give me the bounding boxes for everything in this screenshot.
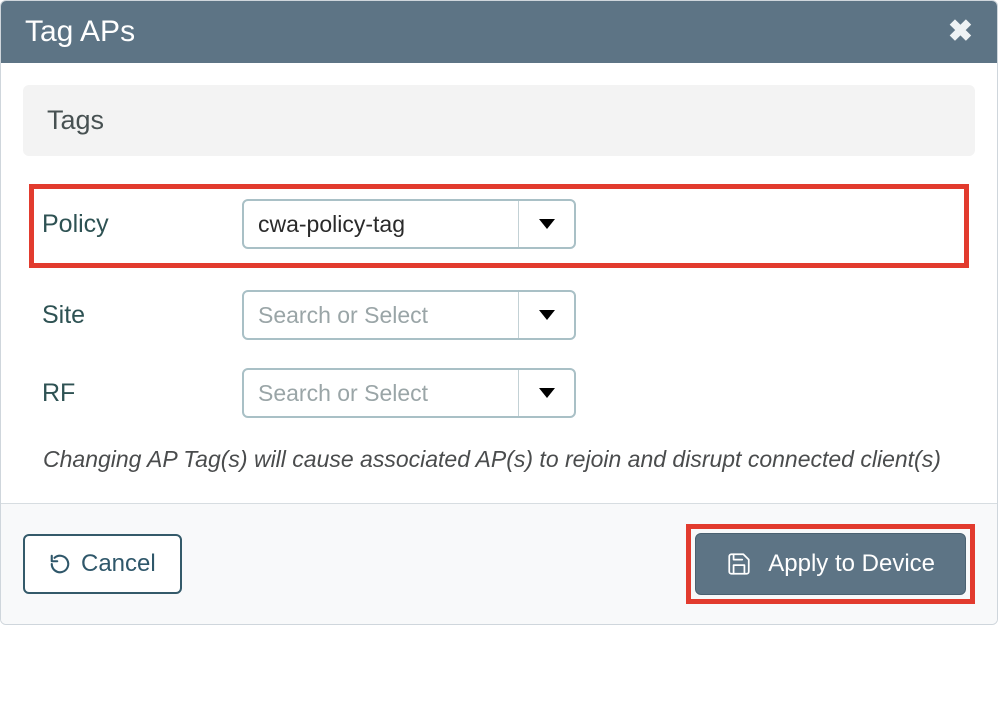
rf-select-placeholder: Search or Select xyxy=(244,370,518,416)
cancel-button[interactable]: Cancel xyxy=(23,534,182,594)
section-header: Tags xyxy=(23,85,975,156)
section-title: Tags xyxy=(47,105,104,135)
undo-icon xyxy=(49,553,71,575)
modal-header: Tag APs ✖ xyxy=(1,1,997,63)
cancel-button-label: Cancel xyxy=(81,550,156,578)
apply-button-label: Apply to Device xyxy=(768,550,935,578)
policy-row: Policy cwa-policy-tag xyxy=(29,184,969,268)
modal-title: Tag APs xyxy=(25,15,135,49)
site-row: Site Search or Select xyxy=(29,282,969,354)
tag-aps-modal: Tag APs ✖ Tags Policy cwa-policy-tag Sit… xyxy=(0,0,998,625)
policy-select-caret xyxy=(518,201,574,247)
rf-label: RF xyxy=(42,379,242,408)
close-icon[interactable]: ✖ xyxy=(948,17,973,47)
rf-select-caret xyxy=(518,370,574,416)
modal-footer: Cancel Apply to Device xyxy=(1,503,997,624)
site-label: Site xyxy=(42,301,242,330)
policy-select-value: cwa-policy-tag xyxy=(244,201,518,247)
policy-label: Policy xyxy=(42,210,242,239)
chevron-down-icon xyxy=(539,388,555,398)
apply-highlight: Apply to Device xyxy=(686,524,975,604)
chevron-down-icon xyxy=(539,219,555,229)
policy-select[interactable]: cwa-policy-tag xyxy=(242,199,576,249)
warning-text: Changing AP Tag(s) will cause associated… xyxy=(29,438,969,495)
site-select-placeholder: Search or Select xyxy=(244,292,518,338)
apply-button[interactable]: Apply to Device xyxy=(695,533,966,595)
rf-select[interactable]: Search or Select xyxy=(242,368,576,418)
site-select-caret xyxy=(518,292,574,338)
modal-body: Tags Policy cwa-policy-tag Site Search o… xyxy=(1,63,997,503)
save-icon xyxy=(726,551,752,577)
chevron-down-icon xyxy=(539,310,555,320)
form-rows: Policy cwa-policy-tag Site Search or Sel… xyxy=(23,184,975,497)
site-select[interactable]: Search or Select xyxy=(242,290,576,340)
rf-row: RF Search or Select xyxy=(29,360,969,432)
